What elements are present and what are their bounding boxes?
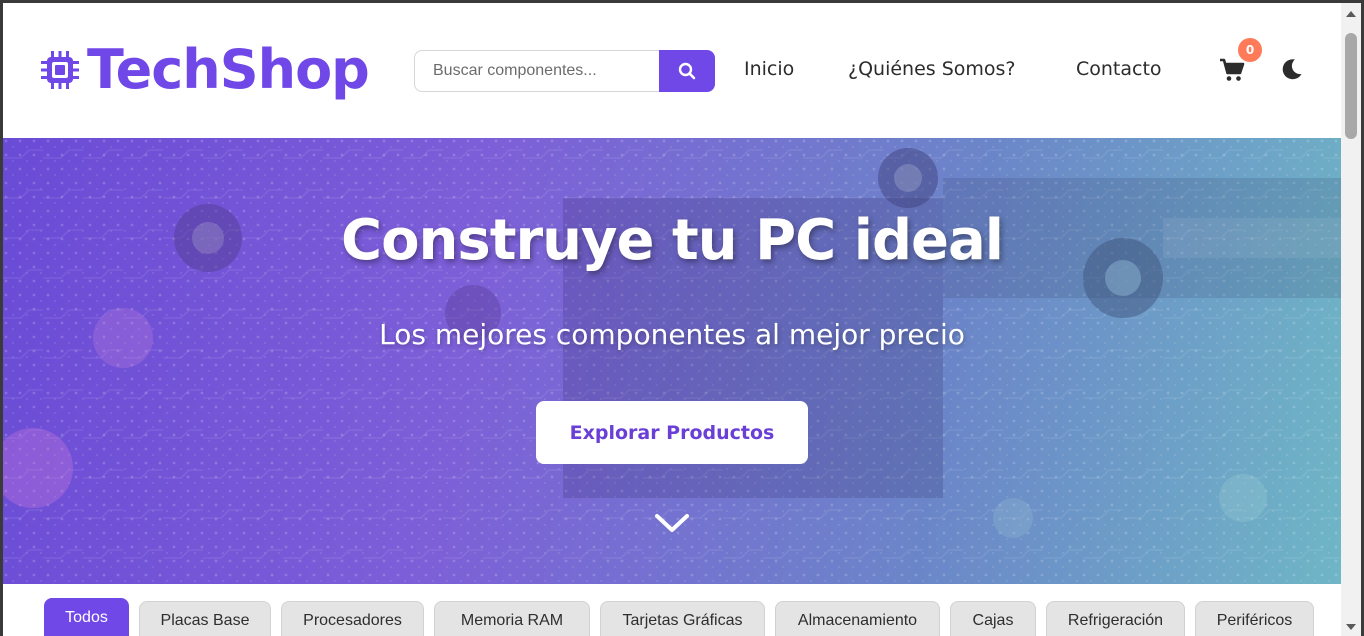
tab-cajas[interactable]: Cajas — [950, 601, 1036, 636]
hero-banner: Construye tu PC ideal Los mejores compon… — [3, 138, 1341, 584]
scroll-down-icon[interactable] — [1346, 624, 1356, 630]
search-bar — [414, 50, 715, 92]
tab-almacenamiento[interactable]: Almacenamiento — [775, 601, 940, 636]
brand-logo[interactable]: TechShop — [41, 38, 370, 101]
tab-todos[interactable]: Todos — [44, 598, 129, 636]
hero-subtitle: Los mejores componentes al mejor precio — [379, 318, 965, 351]
nav-link-contacto[interactable]: Contacto — [1076, 58, 1162, 80]
tab-refrigeracion[interactable]: Refrigeración — [1046, 601, 1185, 636]
search-button[interactable] — [659, 50, 715, 92]
cart-count-badge: 0 — [1238, 38, 1262, 62]
vertical-scrollbar[interactable] — [1341, 3, 1361, 636]
search-input[interactable] — [414, 50, 659, 92]
chevron-down-icon[interactable] — [654, 511, 690, 535]
scrollbar-thumb[interactable] — [1345, 33, 1357, 139]
nav-link-quienes-somos[interactable]: ¿Quiénes Somos? — [848, 58, 1016, 80]
moon-icon[interactable] — [1281, 58, 1303, 80]
search-icon — [678, 62, 696, 80]
shopping-cart-icon[interactable] — [1219, 58, 1245, 82]
cpu-chip-icon — [41, 51, 79, 89]
tab-procesadores[interactable]: Procesadores — [281, 601, 424, 636]
nav-link-inicio[interactable]: Inicio — [744, 58, 794, 80]
explore-products-button[interactable]: Explorar Productos — [536, 401, 808, 464]
hero-title: Construye tu PC ideal — [340, 208, 1004, 273]
scroll-up-icon[interactable] — [1346, 11, 1356, 17]
tab-tarjetas-graficas[interactable]: Tarjetas Gráficas — [600, 601, 765, 636]
page-viewport: TechShop Inicio ¿Quiénes Somos? Contacto… — [3, 3, 1341, 636]
site-header: TechShop Inicio ¿Quiénes Somos? Contacto… — [3, 3, 1341, 138]
brand-name: TechShop — [87, 38, 370, 101]
tab-placas-base[interactable]: Placas Base — [139, 601, 271, 636]
category-tabs: Todos Placas Base Procesadores Memoria R… — [44, 598, 1324, 636]
tab-memoria-ram[interactable]: Memoria RAM — [434, 601, 590, 636]
tab-perifericos[interactable]: Periféricos — [1195, 601, 1314, 636]
